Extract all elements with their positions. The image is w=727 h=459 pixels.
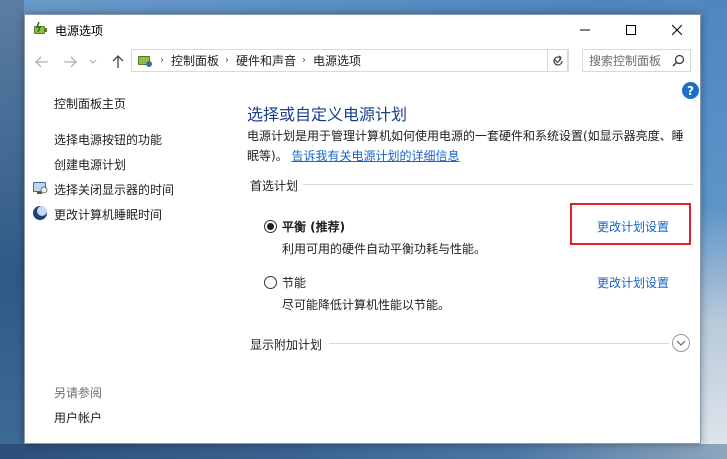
see-also-heading: 另请参阅 — [54, 386, 103, 400]
breadcrumb-power-options[interactable]: 电源选项 — [313, 52, 361, 69]
group-divider — [303, 184, 693, 185]
window-title: 电源选项 — [55, 24, 104, 38]
desktop-background-bottom — [0, 444, 727, 459]
sidebar-control-panel-home[interactable]: 控制面板主页 — [54, 95, 126, 112]
breadcrumb-separator-icon: › — [160, 55, 164, 66]
balanced-plan-name[interactable]: 平衡 (推荐) — [282, 218, 345, 235]
breadcrumb-hardware-sound[interactable]: 硬件和声音 — [236, 52, 296, 69]
main-content: 选择或自定义电源计划 电源计划是用于管理计算机如何使用电源的一套硬件和系统设置(… — [247, 77, 697, 437]
page-title: 选择或自定义电源计划 — [247, 105, 408, 124]
search-icon[interactable] — [672, 54, 685, 70]
description-line-1: 电源计划是用于管理计算机如何使用电源的一套硬件和系统设置(如显示器亮度、睡 — [247, 129, 684, 143]
navigation-bar: › 控制面板 › 硬件和声音 › 电源选项 — [25, 45, 700, 77]
balanced-plan-description: 利用可用的硬件自动平衡功耗与性能。 — [282, 242, 487, 256]
maximize-button[interactable] — [608, 15, 654, 45]
refresh-button[interactable] — [547, 49, 569, 72]
breadcrumb-control-panel[interactable]: 控制面板 — [171, 52, 219, 69]
monitor-icon — [32, 180, 48, 196]
sidebar-power-button-function[interactable]: 选择电源按钮的功能 — [54, 131, 162, 148]
address-bar[interactable]: › 控制面板 › 硬件和声音 › 电源选项 — [131, 49, 568, 72]
sidebar-user-accounts[interactable]: 用户帐户 — [54, 409, 102, 426]
chevron-down-icon — [676, 340, 686, 346]
search-box[interactable] — [582, 49, 691, 72]
title-bar[interactable]: 电源选项 — [25, 15, 700, 45]
power-saver-change-plan-settings-link[interactable]: 更改计划设置 — [597, 274, 669, 291]
expand-additional-plans-button[interactable] — [672, 334, 690, 352]
sidebar: 控制面板主页 选择电源按钮的功能 创建电源计划 选择关闭显示器的时间 更改计算机… — [25, 77, 240, 437]
breadcrumb-separator-icon[interactable]: › — [302, 55, 306, 66]
moon-icon — [32, 205, 48, 221]
sidebar-create-power-plan[interactable]: 创建电源计划 — [54, 156, 126, 173]
power-options-window: 电源选项 › 控制面板 › 硬件和声音 › 电源选项 搜索控制面板 ? 控制面板… — [24, 14, 701, 444]
power-options-icon — [32, 21, 48, 37]
recent-locations-dropdown[interactable] — [87, 53, 99, 71]
power-saver-plan-name[interactable]: 节能 — [282, 274, 306, 291]
description-line-2: 眠等)。 告诉我有关电源计划的详细信息 — [247, 146, 687, 166]
balanced-change-plan-settings-link[interactable]: 更改计划设置 — [597, 218, 669, 235]
description-prefix: 眠等)。 — [247, 149, 288, 163]
up-button[interactable] — [109, 53, 127, 71]
back-button[interactable] — [33, 53, 51, 71]
balanced-plan-radio[interactable] — [264, 220, 277, 233]
power-saver-plan-description: 尽可能降低计算机性能以节能。 — [282, 298, 451, 312]
search-input[interactable] — [589, 53, 669, 68]
desktop-background-right — [701, 0, 727, 459]
sidebar-display-off-time[interactable]: 选择关闭显示器的时间 — [54, 181, 174, 198]
minimize-button[interactable] — [562, 15, 608, 45]
show-additional-plans-label[interactable]: 显示附加计划 — [250, 336, 322, 353]
close-button[interactable] — [654, 15, 700, 45]
forward-button[interactable] — [61, 53, 79, 71]
sidebar-sleep-time[interactable]: 更改计算机睡眠时间 — [54, 206, 162, 223]
breadcrumb-separator-icon[interactable]: › — [225, 55, 229, 66]
group-divider — [329, 343, 669, 344]
learn-more-link[interactable]: 告诉我有关电源计划的详细信息 — [292, 149, 460, 163]
page-description: 电源计划是用于管理计算机如何使用电源的一套硬件和系统设置(如显示器亮度、睡 眠等… — [247, 126, 687, 166]
control-panel-icon — [136, 53, 154, 69]
preferred-plans-label: 首选计划 — [250, 179, 299, 193]
power-saver-plan-radio[interactable] — [264, 276, 277, 289]
desktop-background-left — [0, 0, 24, 459]
